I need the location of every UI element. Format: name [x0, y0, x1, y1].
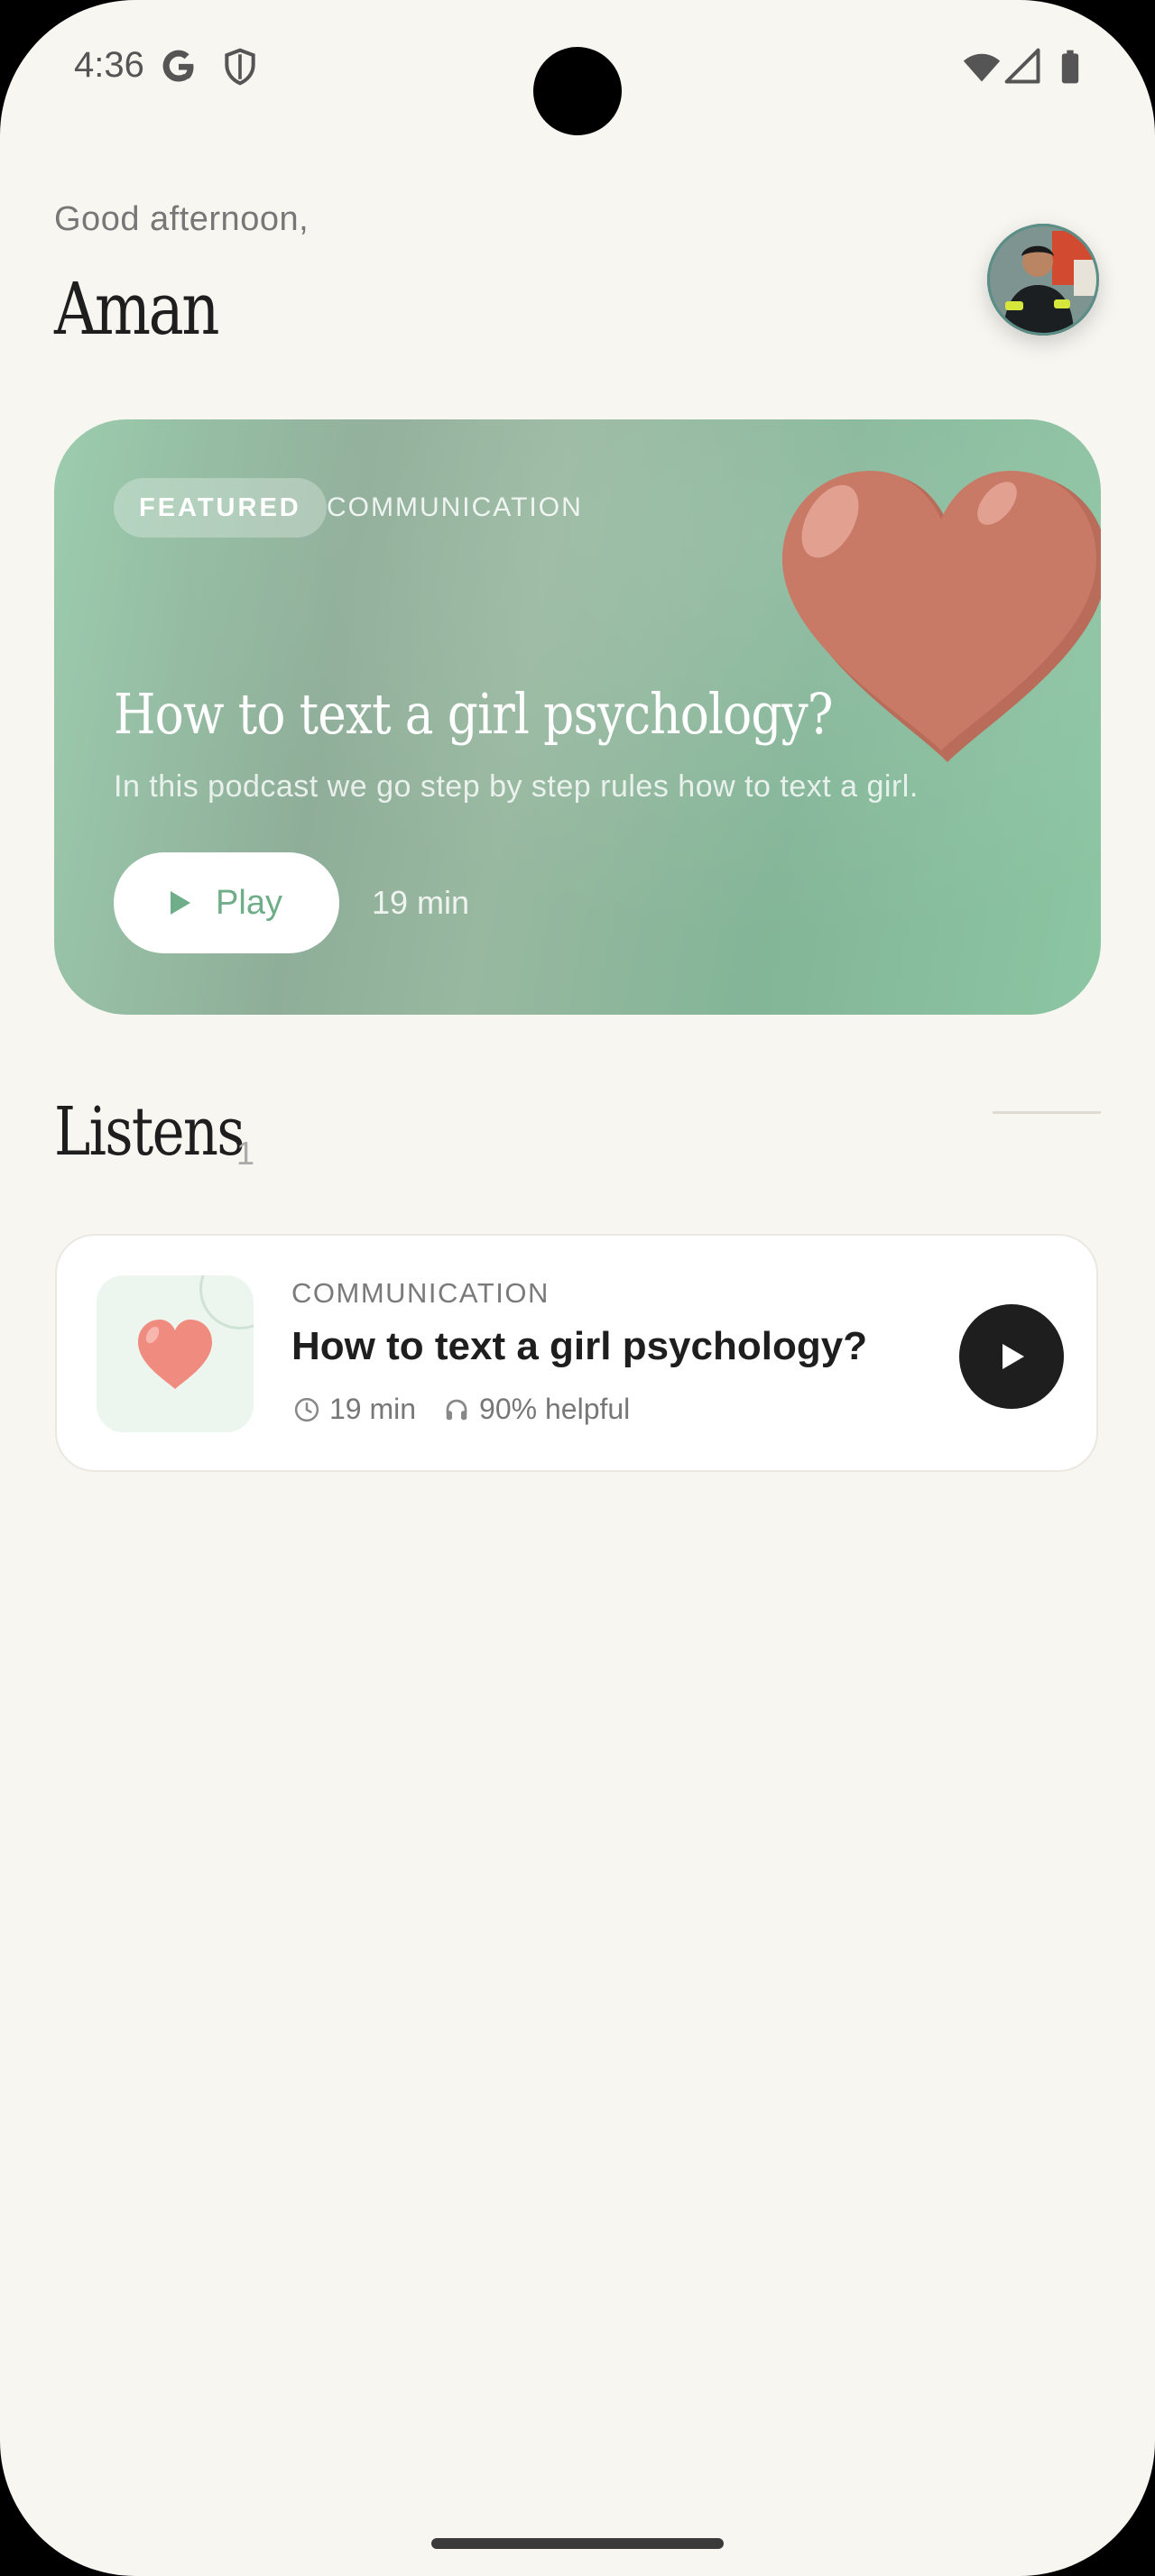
google-icon — [162, 50, 194, 82]
listens-count: 1 — [236, 1135, 255, 1172]
item-helpful: 90% helpful — [479, 1393, 631, 1425]
featured-badge: FEATURED — [114, 478, 327, 538]
battery-icon — [1061, 50, 1079, 84]
item-meta: 19 min 90% helpful — [293, 1393, 630, 1426]
section-divider — [993, 1111, 1101, 1114]
gesture-bar[interactable] — [431, 2538, 724, 2549]
list-item[interactable]: COMMUNICATION How to text a girl psychol… — [55, 1234, 1098, 1472]
featured-duration: 19 min — [372, 884, 470, 921]
shield-icon — [225, 48, 255, 86]
status-time: 4:36 — [74, 45, 144, 85]
avatar[interactable] — [987, 224, 1099, 336]
featured-title: How to text a girl psychology? — [114, 681, 833, 747]
camera-cutout — [533, 47, 622, 135]
status-bar: 4:36 — [0, 0, 1155, 135]
signal-icon — [1004, 48, 1040, 84]
play-button-label: Play — [216, 883, 282, 922]
clock-icon — [294, 1397, 319, 1421]
profile-photo-icon — [987, 224, 1099, 336]
greeting-text: Good afternoon, — [54, 200, 310, 238]
item-play-button[interactable] — [959, 1304, 1064, 1409]
featured-card[interactable]: FEATURED COMMUNICATION How to text a gir… — [54, 419, 1101, 1015]
item-duration: 19 min — [329, 1393, 417, 1425]
wifi-icon — [963, 53, 1001, 82]
featured-play-button[interactable]: Play — [114, 852, 339, 953]
headphones-icon — [446, 1399, 467, 1420]
item-thumbnail — [97, 1275, 254, 1432]
featured-category: COMMUNICATION — [327, 492, 583, 522]
play-icon — [1003, 1344, 1024, 1369]
featured-description: In this podcast we go step by step rules… — [114, 769, 919, 804]
item-category: COMMUNICATION — [291, 1277, 550, 1309]
play-icon — [171, 891, 191, 915]
app-screen: 4:36 Good afternoon, Aman FEATURED COMMU… — [0, 0, 1155, 2576]
heart-icon — [138, 1320, 212, 1389]
listens-heading: Listens — [54, 1093, 245, 1171]
item-title: How to text a girl psychology? — [291, 1324, 868, 1368]
user-name: Aman — [54, 267, 220, 351]
